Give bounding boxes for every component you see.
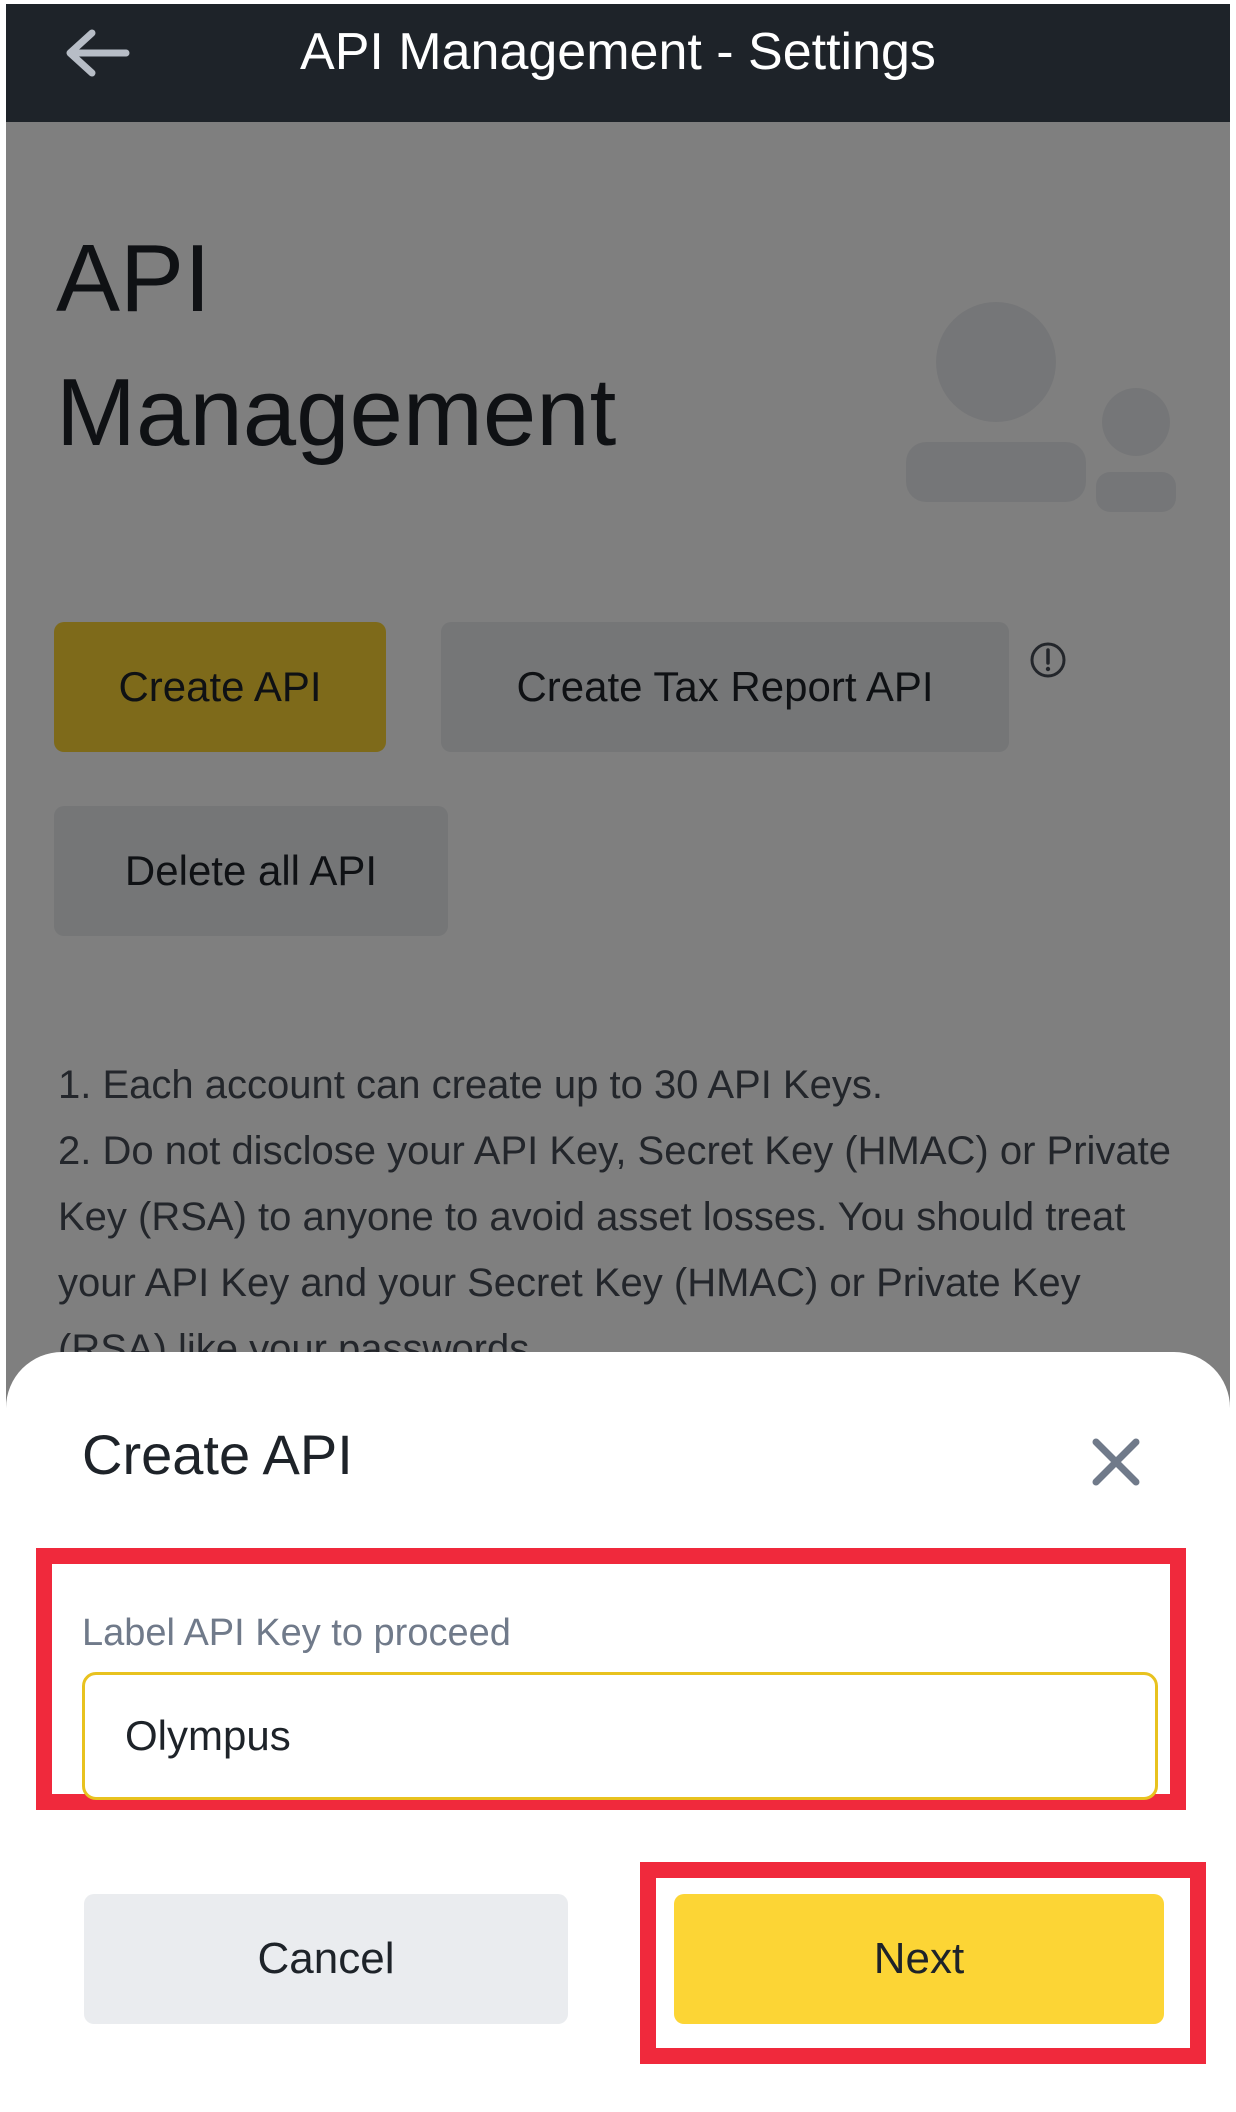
dialog-title: Create API [82,1423,353,1486]
page-title: API Management - Settings [300,23,936,81]
api-label-input[interactable] [82,1672,1158,1800]
next-button[interactable]: Next [674,1894,1164,2024]
create-api-dialog: Create API Label API Key to proceed Canc… [6,1352,1230,2112]
close-icon[interactable] [1088,1434,1144,1490]
top-bar: API Management - Settings [6,4,1230,122]
api-label-field-label: Label API Key to proceed [82,1612,511,1654]
cancel-button[interactable]: Cancel [84,1894,568,2024]
